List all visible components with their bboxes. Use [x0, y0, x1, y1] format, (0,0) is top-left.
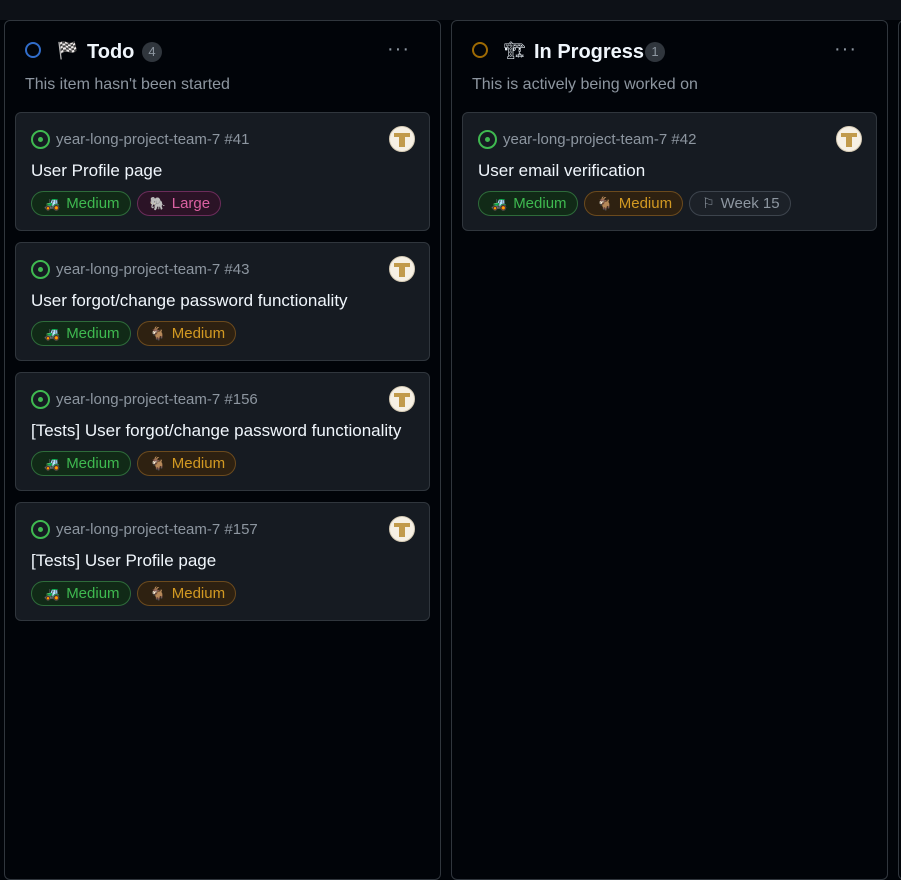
- tractor-icon: 🚜: [44, 586, 61, 601]
- goat-icon: 🐐: [149, 326, 166, 341]
- checkered-flag-icon: 🏁: [57, 41, 79, 60]
- label-list: 🚜 Medium 🐘 Large: [31, 191, 222, 216]
- assignee-avatar[interactable]: [389, 386, 415, 412]
- iteration-field[interactable]: ⚐ Week 15: [689, 191, 791, 216]
- issue-reference[interactable]: year-long-project-team-7 #157: [56, 520, 258, 539]
- label-size[interactable]: 🐐 Medium: [583, 191, 684, 216]
- issue-title[interactable]: User email verification: [478, 160, 645, 182]
- column-header: 🏁 Todo 4 ··· This item hasn't been start…: [5, 21, 440, 111]
- elephant-icon: 🐘: [149, 196, 166, 211]
- issue-card[interactable]: year-long-project-team-7 #41 User Profil…: [15, 112, 430, 231]
- goat-icon: 🐐: [149, 456, 166, 471]
- column-description: This item hasn't been started: [25, 76, 230, 93]
- label-size[interactable]: 🐐 Medium: [136, 451, 237, 476]
- assignee-avatar[interactable]: [389, 126, 415, 152]
- issue-reference[interactable]: year-long-project-team-7 #41: [56, 130, 249, 149]
- board-top-bar: [0, 0, 901, 20]
- issue-title[interactable]: [Tests] User Profile page: [31, 550, 216, 572]
- construction-icon: 🏗: [504, 41, 526, 60]
- issue-title[interactable]: [Tests] User forgot/change password func…: [31, 420, 401, 442]
- label-effort[interactable]: 🚜 Medium: [31, 581, 131, 606]
- column-title: In Progress: [534, 41, 645, 63]
- issue-card[interactable]: year-long-project-team-7 #157 [Tests] Us…: [15, 502, 430, 621]
- open-issue-icon: [31, 260, 50, 279]
- column-todo: 🏁 Todo 4 ··· This item hasn't been start…: [4, 20, 441, 880]
- tractor-icon: 🚜: [44, 326, 61, 341]
- goat-icon: 🐐: [596, 196, 613, 211]
- issue-reference[interactable]: year-long-project-team-7 #156: [56, 390, 258, 409]
- column-count-badge: 4: [142, 42, 162, 62]
- tractor-icon: 🚜: [44, 196, 61, 211]
- signpost-icon: ⚐: [702, 195, 715, 211]
- open-issue-icon: [31, 520, 50, 539]
- open-issue-icon: [478, 130, 497, 149]
- status-circle-icon: [25, 42, 41, 58]
- label-list: 🚜 Medium 🐐 Medium: [31, 451, 237, 476]
- label-effort[interactable]: 🚜 Medium: [31, 451, 131, 476]
- open-issue-icon: [31, 130, 50, 149]
- label-effort[interactable]: 🚜 Medium: [31, 321, 131, 346]
- label-list: 🚜 Medium 🐐 Medium ⚐ Week 15: [478, 191, 791, 216]
- issue-card[interactable]: year-long-project-team-7 #43 User forgot…: [15, 242, 430, 361]
- label-effort[interactable]: 🚜 Medium: [31, 191, 131, 216]
- column-menu-icon[interactable]: ···: [834, 39, 857, 59]
- tractor-icon: 🚜: [491, 196, 508, 211]
- column-description: This is actively being worked on: [472, 76, 698, 93]
- tractor-icon: 🚜: [44, 456, 61, 471]
- column-menu-icon[interactable]: ···: [387, 39, 410, 59]
- issue-reference[interactable]: year-long-project-team-7 #42: [503, 130, 696, 149]
- assignee-avatar[interactable]: [389, 256, 415, 282]
- issue-title[interactable]: User Profile page: [31, 160, 162, 182]
- column-count-badge: 1: [645, 42, 665, 62]
- label-size[interactable]: 🐘 Large: [136, 191, 222, 216]
- issue-card[interactable]: year-long-project-team-7 #156 [Tests] Us…: [15, 372, 430, 491]
- column-header: 🏗 In Progress 1 ··· This is actively bei…: [452, 21, 887, 111]
- assignee-avatar[interactable]: [836, 126, 862, 152]
- label-size[interactable]: 🐐 Medium: [136, 581, 237, 606]
- issue-card[interactable]: year-long-project-team-7 #42 User email …: [462, 112, 877, 231]
- column-title: Todo: [87, 41, 135, 63]
- label-effort[interactable]: 🚜 Medium: [478, 191, 578, 216]
- status-circle-icon: [472, 42, 488, 58]
- issue-reference[interactable]: year-long-project-team-7 #43: [56, 260, 249, 279]
- label-size[interactable]: 🐐 Medium: [136, 321, 237, 346]
- column-in-progress: 🏗 In Progress 1 ··· This is actively bei…: [451, 20, 888, 880]
- issue-title[interactable]: User forgot/change password functionalit…: [31, 290, 348, 312]
- label-list: 🚜 Medium 🐐 Medium: [31, 581, 237, 606]
- open-issue-icon: [31, 390, 50, 409]
- label-list: 🚜 Medium 🐐 Medium: [31, 321, 237, 346]
- goat-icon: 🐐: [149, 586, 166, 601]
- assignee-avatar[interactable]: [389, 516, 415, 542]
